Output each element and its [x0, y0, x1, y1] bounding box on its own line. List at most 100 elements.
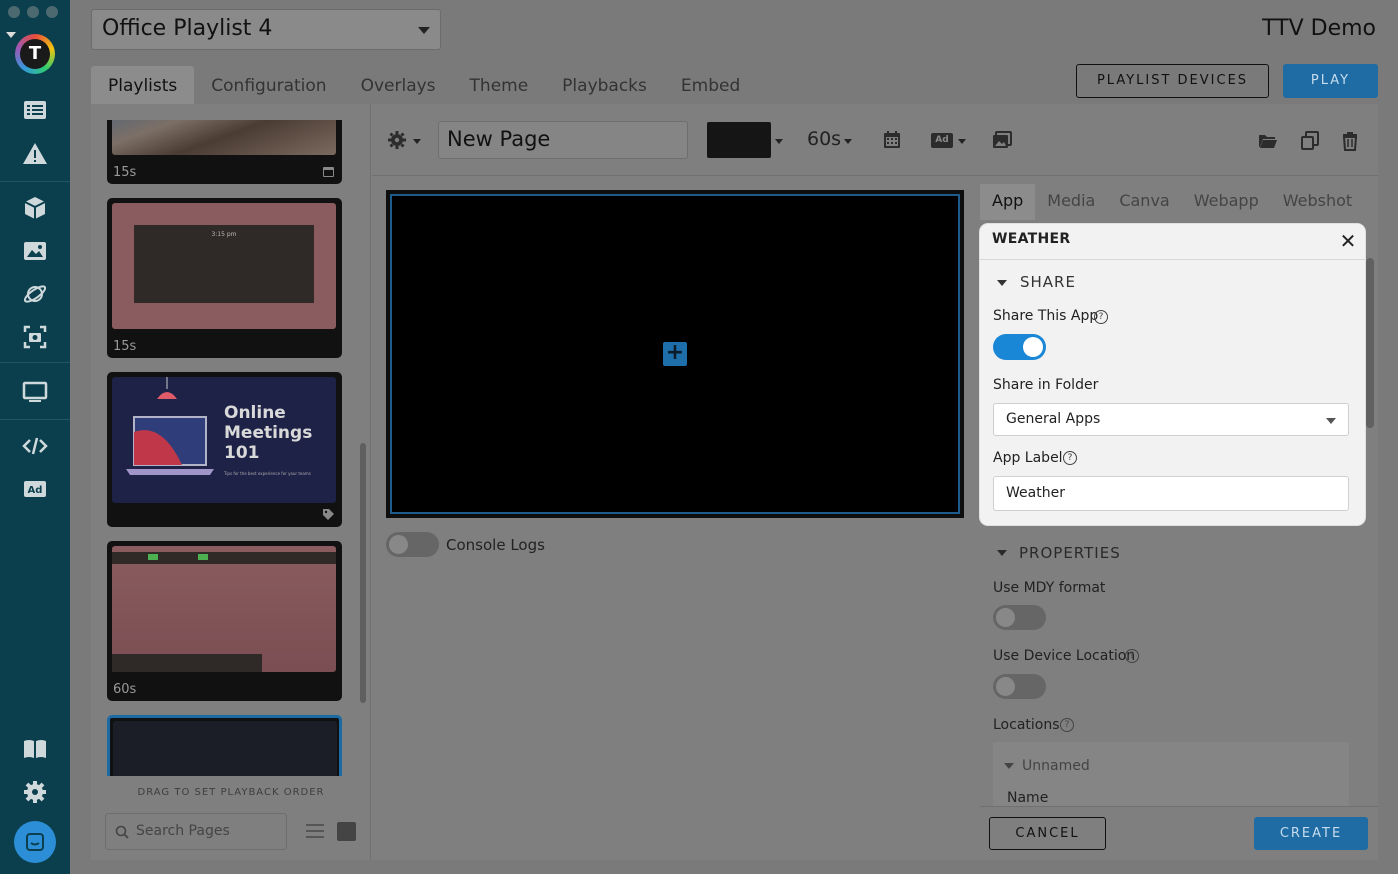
schedule-calendar-icon[interactable]	[882, 130, 902, 150]
toggle-knob	[389, 535, 408, 554]
nav-apps-cube-icon[interactable]	[21, 194, 49, 222]
nav-alerts-icon[interactable]	[21, 140, 49, 168]
playlist-select[interactable]: Office Playlist 4	[91, 9, 441, 50]
use-mdy-label: Use MDY format	[993, 580, 1106, 596]
page-thumbnail[interactable]: Online Meetings 101 Tips for the best ex…	[107, 372, 342, 527]
nav-planet-icon[interactable]	[21, 280, 49, 308]
duplicate-icon[interactable]	[1300, 131, 1320, 151]
playlist-devices-button[interactable]: PLAYLIST DEVICES	[1076, 64, 1269, 98]
trash-icon[interactable]	[1340, 131, 1360, 151]
tab-webapp[interactable]: Webapp	[1182, 184, 1271, 220]
account-menu-caret-icon[interactable]	[6, 32, 16, 38]
collapse-triangle-icon[interactable]	[997, 550, 1007, 556]
page-thumbnail[interactable]: 15s	[107, 120, 342, 184]
share-this-app-toggle[interactable]	[993, 334, 1046, 360]
weather-share-popup: WEATHER ✕ SHARE Share This App ? Share i…	[980, 224, 1365, 525]
pages-list[interactable]: 15s 3:15 pm 15s Online Meetings 101 Tips…	[107, 120, 342, 776]
nav-playlists-icon[interactable]	[21, 96, 49, 124]
chevron-down-icon[interactable]	[775, 139, 783, 144]
page-duration-select[interactable]: 60s	[807, 128, 841, 150]
app-label-input[interactable]: Weather	[993, 476, 1349, 511]
thumb-footer-strip	[112, 654, 262, 672]
use-device-location-label: Use Device Location	[993, 648, 1136, 664]
calendar-icon	[323, 167, 334, 177]
window-controls	[8, 6, 58, 18]
page-thumbnail[interactable]: 3:15 pm 15s	[107, 198, 342, 358]
tab-configuration[interactable]: Configuration	[194, 66, 343, 104]
support-chat-button[interactable]	[14, 821, 56, 863]
tab-app[interactable]: App	[980, 184, 1036, 220]
chevron-down-icon[interactable]	[844, 139, 852, 144]
play-button[interactable]: PLAY	[1283, 64, 1378, 98]
page-duration: 60s	[113, 682, 137, 697]
location-group-name[interactable]: Unnamed	[1022, 758, 1090, 774]
nav-media-image-icon[interactable]	[21, 237, 49, 265]
thumb-title-line: Online	[224, 403, 286, 423]
playlist-select-value: Office Playlist 4	[102, 16, 273, 41]
tab-playlists[interactable]: Playlists	[91, 66, 195, 104]
use-device-location-toggle[interactable]	[993, 674, 1046, 699]
chevron-down-icon[interactable]	[958, 139, 966, 144]
minimize-window-icon[interactable]	[27, 6, 39, 18]
help-icon[interactable]: ?	[1063, 451, 1077, 465]
nav-code-icon[interactable]	[21, 432, 49, 460]
close-icon[interactable]: ✕	[1337, 230, 1359, 252]
nav-devices-monitor-icon[interactable]	[21, 378, 49, 406]
popup-header: WEATHER ✕	[980, 224, 1365, 260]
help-icon[interactable]: ?	[1094, 310, 1108, 324]
nav-ads-icon[interactable]: Ad	[21, 475, 49, 503]
help-icon[interactable]: ?	[1060, 718, 1074, 732]
tag-icon	[323, 509, 334, 520]
grid-view-icon[interactable]	[337, 822, 356, 841]
share-in-folder-select[interactable]: General Apps	[993, 403, 1349, 436]
collapse-triangle-icon[interactable]	[997, 280, 1007, 286]
chat-icon	[26, 833, 44, 851]
tab-canva[interactable]: Canva	[1107, 184, 1181, 220]
list-view-icon[interactable]	[306, 823, 324, 839]
close-window-icon[interactable]	[8, 6, 20, 18]
search-pages-input[interactable]: Search Pages	[105, 813, 287, 850]
tab-webshot[interactable]: Webshot	[1271, 184, 1364, 220]
page-preview-image	[113, 721, 337, 776]
create-button[interactable]: CREATE	[1254, 817, 1368, 850]
console-logs-toggle[interactable]	[386, 532, 439, 557]
help-icon[interactable]: ?	[1125, 649, 1139, 663]
add-zone-plus-icon[interactable]: +	[663, 342, 687, 366]
thumb-header-strip	[112, 552, 336, 564]
thumb-status	[148, 554, 158, 560]
app-logo[interactable]: T	[15, 34, 55, 74]
background-color-swatch[interactable]	[707, 122, 771, 158]
ad-badge-icon[interactable]: Ad	[931, 133, 953, 148]
folder-open-icon[interactable]	[1258, 131, 1278, 151]
cancel-button[interactable]: CANCEL	[989, 817, 1106, 850]
laptop-illustration	[126, 377, 214, 475]
tab-playbacks[interactable]: Playbacks	[545, 66, 664, 104]
page-thumbnail[interactable]: 60s	[107, 541, 342, 701]
locations-label: Locations	[993, 717, 1060, 733]
nav-settings-gear-icon[interactable]	[21, 778, 49, 806]
nav-screenshot-icon[interactable]	[21, 323, 49, 351]
page-thumbnail-selected[interactable]	[107, 715, 342, 776]
zoom-window-icon[interactable]	[46, 6, 58, 18]
page-settings-gear-icon[interactable]	[387, 130, 407, 150]
tab-theme[interactable]: Theme	[453, 66, 546, 104]
properties-section-header[interactable]: PROPERTIES	[1019, 544, 1121, 562]
settings-scrollbar[interactable]	[1366, 258, 1374, 428]
media-gallery-icon[interactable]	[992, 130, 1012, 150]
tab-embed[interactable]: Embed	[664, 66, 757, 104]
nav-docs-book-icon[interactable]	[21, 735, 49, 763]
use-mdy-toggle[interactable]	[993, 605, 1046, 630]
page-name-input[interactable]: New Page	[438, 121, 688, 159]
drag-hint: DRAG TO SET PLAYBACK ORDER	[137, 787, 325, 798]
thumb-title-line: 101	[224, 443, 260, 463]
page-preview-image: Online Meetings 101 Tips for the best ex…	[112, 377, 336, 503]
chevron-down-icon	[418, 27, 430, 34]
share-section-header[interactable]: SHARE	[1020, 273, 1076, 291]
chevron-down-icon[interactable]	[413, 139, 421, 144]
logo-letter: T	[20, 39, 50, 69]
tab-overlays[interactable]: Overlays	[344, 66, 453, 104]
organization-name: TTV Demo	[1262, 16, 1376, 41]
tab-media[interactable]: Media	[1035, 184, 1107, 220]
pages-scrollbar[interactable]	[360, 443, 366, 703]
collapse-triangle-icon[interactable]	[1004, 763, 1014, 769]
